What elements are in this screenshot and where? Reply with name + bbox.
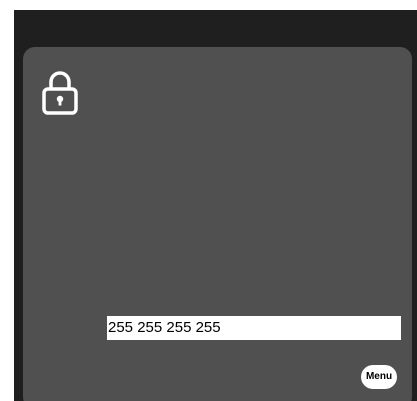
device-screen: 255 255 255 255 Menu [14, 10, 417, 401]
main-panel: 255 255 255 255 Menu [23, 47, 412, 401]
lock-icon [42, 71, 78, 115]
value-field[interactable]: 255 255 255 255 [107, 316, 401, 340]
menu-button[interactable]: Menu [361, 365, 397, 389]
